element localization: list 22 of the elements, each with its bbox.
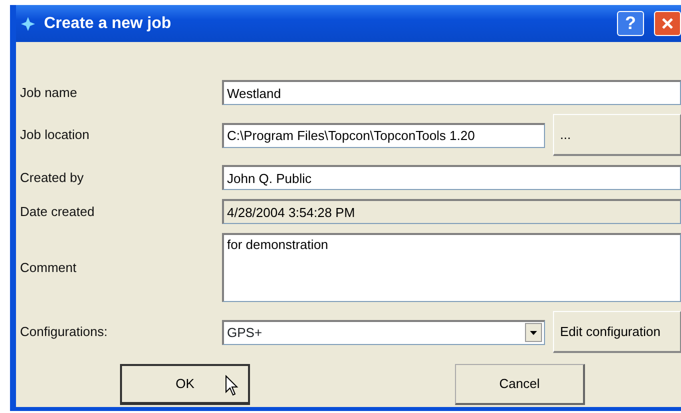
field-label: Configurations: xyxy=(20,323,108,342)
browse-button[interactable]: ... xyxy=(553,114,681,156)
field-label: Comment xyxy=(20,258,78,277)
dropdown-field[interactable]: GPS+ xyxy=(222,320,545,344)
cancel-button[interactable]: Cancel xyxy=(455,364,585,405)
ok-button[interactable]: OK xyxy=(120,364,250,405)
help-button[interactable]: ? xyxy=(617,11,644,36)
field-label: Created by xyxy=(20,168,85,187)
app-icon xyxy=(20,16,36,32)
close-button[interactable] xyxy=(654,11,681,36)
input-field[interactable]: C:\Program Files\Topcon\TopconTools 1.20 xyxy=(222,122,545,148)
field-label: Job location xyxy=(20,126,90,144)
field-label: Date created xyxy=(20,202,96,221)
browse-button[interactable]: Edit configuration xyxy=(553,311,681,353)
input-field[interactable]: Westland xyxy=(222,80,681,105)
input-field[interactable]: John Q. Public xyxy=(222,165,681,190)
input-field[interactable]: 4/28/2004 3:54:28 PM xyxy=(222,199,681,224)
close-icon xyxy=(661,17,674,30)
mouse-pointer-icon xyxy=(225,375,239,397)
comment-field[interactable]: for demonstration xyxy=(222,233,681,302)
field-label: Job name xyxy=(20,84,78,102)
window-title: Create a new job xyxy=(44,14,172,34)
